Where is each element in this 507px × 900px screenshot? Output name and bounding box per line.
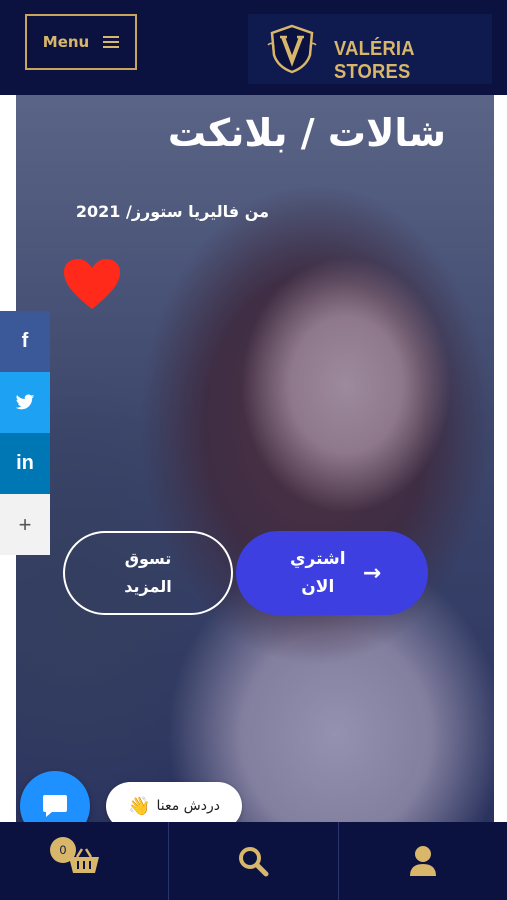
bottom-navigation: 0 xyxy=(0,822,507,900)
shop-more-label: تسوق المزيد xyxy=(113,545,183,601)
buy-now-button[interactable]: اشتري الان → xyxy=(236,531,428,615)
user-icon xyxy=(409,846,436,876)
account-nav-item[interactable] xyxy=(337,822,507,900)
shop-more-line1: تسوق xyxy=(124,549,172,568)
brand-name: VALÉRIA STORES xyxy=(334,38,415,83)
chat-bubble-icon xyxy=(43,795,67,817)
shop-more-line2: المزيد xyxy=(124,577,172,596)
twitter-icon xyxy=(15,394,35,410)
hamburger-icon xyxy=(103,36,120,48)
buy-now-label: اشتري الان xyxy=(283,545,353,601)
twitter-share-button[interactable] xyxy=(0,372,50,433)
chat-prompt-label: دردش معنا xyxy=(156,798,220,814)
linkedin-icon: in xyxy=(16,452,34,474)
waving-hand-icon: 👋 xyxy=(128,795,151,817)
heart-icon[interactable] xyxy=(62,257,122,311)
facebook-share-button[interactable]: f xyxy=(0,311,50,372)
hero-title: شالات / بلانكت xyxy=(167,111,446,155)
brand-logo[interactable]: VALÉRIA STORES xyxy=(248,14,492,84)
cart-count-badge: 0 xyxy=(50,837,76,863)
social-share-bar: f in + xyxy=(0,311,50,555)
menu-button[interactable]: Menu xyxy=(25,14,137,70)
buy-now-line2: الان xyxy=(301,577,335,597)
plus-icon: + xyxy=(18,511,32,537)
hero-subtitle: من فاليريا ستورز/ 2021 xyxy=(75,202,269,221)
site-header: Menu VALÉRIA STORES xyxy=(0,0,507,95)
menu-label: Menu xyxy=(42,33,90,51)
cart-nav-item[interactable]: 0 xyxy=(0,822,168,900)
more-share-button[interactable]: + xyxy=(0,494,50,555)
shop-more-button[interactable]: تسوق المزيد xyxy=(63,531,233,615)
search-nav-item[interactable] xyxy=(168,822,337,900)
buy-now-line1: اشتري xyxy=(289,549,346,569)
arrow-right-icon: → xyxy=(362,560,382,586)
shield-emblem-icon xyxy=(267,24,317,74)
hero-banner: شالات / بلانكت من فاليريا ستورز/ 2021 اش… xyxy=(16,95,494,822)
linkedin-share-button[interactable]: in xyxy=(0,433,50,494)
search-icon xyxy=(239,847,269,877)
facebook-icon: f xyxy=(21,330,29,352)
